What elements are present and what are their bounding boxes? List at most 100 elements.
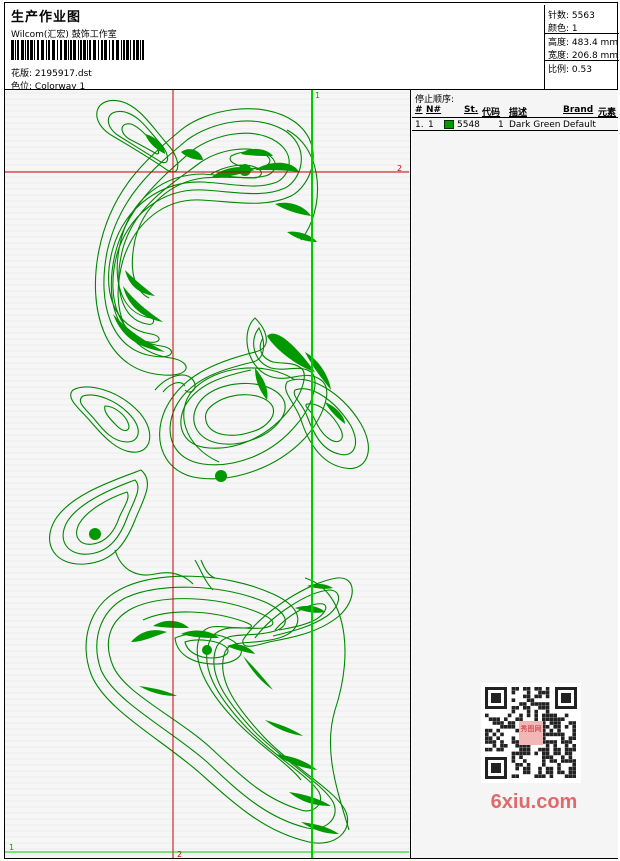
qr-module [511, 698, 516, 702]
qr-module [545, 755, 550, 759]
qr-module [545, 713, 550, 718]
barcode-icon [11, 40, 144, 60]
qr-module [557, 725, 561, 729]
row-description: Dark Green [509, 120, 561, 130]
qr-module [526, 766, 531, 771]
embroidery-preview[interactable]: 1 2 2 1 [5, 90, 411, 858]
qr-module [538, 770, 542, 775]
qr-module [557, 728, 561, 733]
thread-color-swatch [444, 120, 454, 129]
qr-module [553, 721, 557, 725]
qr-module [534, 694, 538, 699]
qr-module [526, 747, 531, 752]
qr-module [504, 725, 508, 729]
qr-module [561, 717, 565, 721]
barcode-bar [98, 40, 99, 60]
barcode-bar [112, 40, 114, 60]
stat-value: 483.4 mm [571, 38, 619, 48]
qr-module [542, 759, 546, 763]
barcode-bar [80, 40, 82, 60]
qr-module [545, 751, 550, 756]
qr-module [519, 713, 523, 718]
qr-module [496, 721, 500, 725]
design-label: 花版: [11, 69, 33, 79]
embroidery-svg: 1 2 2 1 [5, 90, 410, 858]
qr-module [553, 751, 557, 756]
qr-module [572, 725, 576, 729]
barcode-bar [83, 40, 86, 60]
barcode-bar [89, 40, 91, 60]
qr-module [515, 717, 519, 721]
barcode-bar [21, 40, 24, 60]
qr-module [523, 694, 527, 699]
barcode-bar [11, 40, 14, 60]
row-needle: 1 [428, 120, 434, 130]
qr-module [542, 706, 546, 710]
stat-scale: 比例: 0.53 [548, 62, 592, 75]
qr-module [564, 744, 569, 748]
qr-module [534, 774, 538, 778]
qr-module [564, 713, 569, 718]
qr-module [496, 728, 500, 733]
barcode-bar [15, 40, 16, 60]
barcode-bar [121, 40, 122, 60]
qr-module [534, 751, 538, 756]
design-file-row: 花版: 2195917.dst [11, 66, 92, 79]
qr-module [500, 744, 504, 748]
qr-module [545, 694, 550, 699]
qr-module [496, 747, 500, 752]
qr-module [549, 759, 554, 763]
barcode-bar [136, 40, 139, 60]
qr-module [511, 709, 516, 714]
qr-module [549, 766, 554, 771]
qr-module [488, 747, 493, 752]
qr-module [492, 732, 497, 737]
barcode-bar [48, 40, 50, 60]
column-header-stitches: St. [464, 105, 479, 115]
table-divider [412, 117, 618, 118]
qr-module [519, 702, 523, 706]
stat-height: 高度: 483.4 mm [548, 35, 618, 48]
qr-module [549, 770, 554, 775]
row-brand: Default [563, 120, 596, 130]
stat-value: 0.53 [571, 65, 592, 75]
qr-module [515, 706, 519, 710]
qr-module [564, 747, 569, 752]
guide-label-right: 2 [397, 164, 402, 173]
stop-sequence-title: 停止顺序: [415, 95, 455, 105]
qr-module [561, 740, 565, 744]
qr-module [557, 721, 561, 725]
qr-module [530, 702, 535, 706]
qr-module [500, 721, 504, 725]
column-header-needle: N# [426, 105, 442, 115]
barcode-bar [41, 40, 44, 60]
watermark: 秀图网 6xiu.com [475, 683, 593, 823]
qr-module [504, 717, 508, 721]
qr-module [545, 740, 550, 744]
qr-module [526, 709, 531, 714]
qr-module [485, 747, 489, 752]
barcode-bar [87, 40, 88, 60]
qr-module [523, 706, 527, 710]
qr-module [568, 774, 573, 778]
barcode-bar [140, 40, 141, 60]
qr-module [545, 732, 550, 737]
qr-module [561, 770, 565, 775]
qr-module [568, 751, 573, 756]
barcode-bar [57, 40, 58, 60]
qr-module [553, 744, 557, 748]
qr-module [515, 774, 519, 778]
qr-module [515, 766, 519, 771]
qr-module [526, 751, 531, 756]
qr-module [523, 702, 527, 706]
qr-module [534, 687, 538, 691]
stat-divider [545, 60, 619, 61]
qr-module [545, 744, 550, 748]
qr-module [511, 721, 516, 725]
qr-module [515, 740, 519, 744]
barcode-bar [133, 40, 135, 60]
barcode-bar [64, 40, 67, 60]
qr-module [557, 763, 561, 767]
qr-module [534, 713, 538, 718]
barcode-bar [109, 40, 110, 60]
